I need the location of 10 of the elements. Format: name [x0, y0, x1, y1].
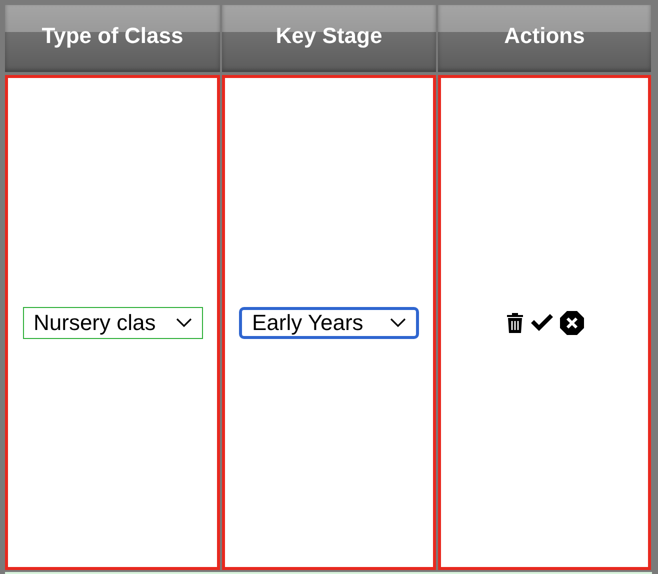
- close-icon[interactable]: [560, 310, 584, 334]
- key-stage-dropdown[interactable]: Early Years: [239, 306, 419, 338]
- trash-icon[interactable]: [506, 312, 524, 334]
- column-header: Key Stage: [222, 5, 436, 72]
- column-header: Type of Class: [5, 5, 220, 72]
- column-header: Actions: [438, 5, 651, 72]
- class-type-dropdown[interactable]: Nursery clas: [22, 306, 202, 338]
- checkmark-icon[interactable]: [530, 314, 554, 332]
- chevron-icon: [176, 318, 192, 328]
- chevron-icon: [390, 318, 406, 328]
